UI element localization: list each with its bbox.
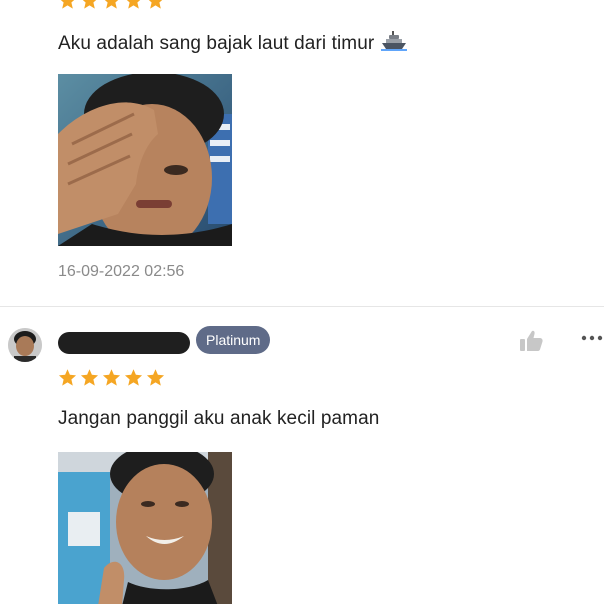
star-icon	[102, 369, 121, 386]
star-icon	[82, 0, 97, 9]
review-card: Aku adalah sang bajak laut dari timur 16…	[0, 0, 604, 306]
avatar[interactable]	[8, 328, 42, 362]
thumbs-up-icon[interactable]	[518, 328, 544, 354]
review-text: Jangan panggil aku anak kecil paman	[58, 408, 380, 429]
review-text: Aku adalah sang bajak laut dari timur	[58, 33, 375, 54]
username-redacted	[58, 332, 190, 354]
star-icon	[126, 0, 141, 9]
ship-icon	[381, 31, 408, 51]
star-icon	[124, 369, 143, 386]
star-icon	[60, 0, 75, 9]
review-photo[interactable]	[58, 452, 232, 604]
reviews-page: Aku adalah sang bajak laut dari timur 16…	[0, 0, 604, 604]
review-photo[interactable]	[58, 74, 232, 246]
tier-badge: Platinum	[196, 326, 271, 354]
star-icon	[80, 369, 99, 386]
review-photo-image	[58, 74, 232, 246]
avatar-image	[8, 328, 42, 362]
review-text-line: Aku adalah sang bajak laut dari timur	[58, 30, 408, 55]
more-options-icon[interactable]	[580, 330, 604, 346]
star-icon	[148, 0, 163, 9]
review-photo-image	[58, 452, 232, 604]
star-rating	[58, 368, 165, 387]
review-timestamp: 16-09-2022 02:56	[58, 263, 185, 280]
review-card: Platinum Jangan panggil aku anak kecil p…	[0, 306, 604, 604]
star-rating	[58, 0, 165, 10]
star-icon	[146, 369, 165, 386]
star-icon	[104, 0, 119, 9]
star-icon	[58, 369, 77, 386]
